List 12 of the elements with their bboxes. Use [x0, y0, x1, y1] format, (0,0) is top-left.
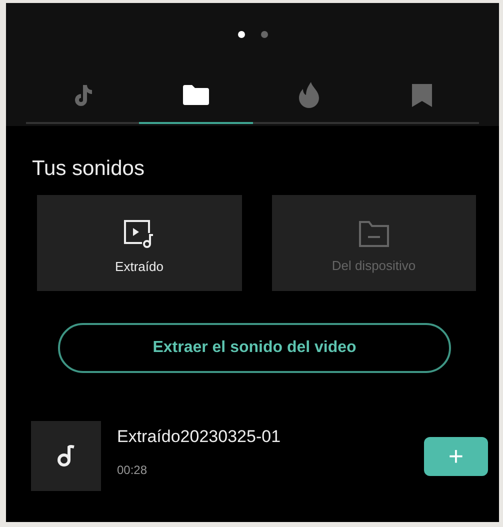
extract-sound-button[interactable]: Extraer el sonido del video: [58, 323, 451, 373]
folder-icon: [358, 220, 390, 248]
music-note-icon: [56, 444, 76, 468]
music-note-icon: [72, 83, 93, 107]
folder-icon: [182, 84, 210, 106]
flame-icon: [298, 81, 320, 109]
sound-duration: 00:28: [117, 463, 148, 477]
video-music-icon: [123, 219, 156, 249]
source-card[interactable]: Extraído: [37, 195, 242, 291]
sound-title: Extraído20230325-01: [117, 427, 282, 447]
section-title: Tus sonidos: [31, 156, 146, 181]
bookmark-icon: [411, 83, 434, 107]
